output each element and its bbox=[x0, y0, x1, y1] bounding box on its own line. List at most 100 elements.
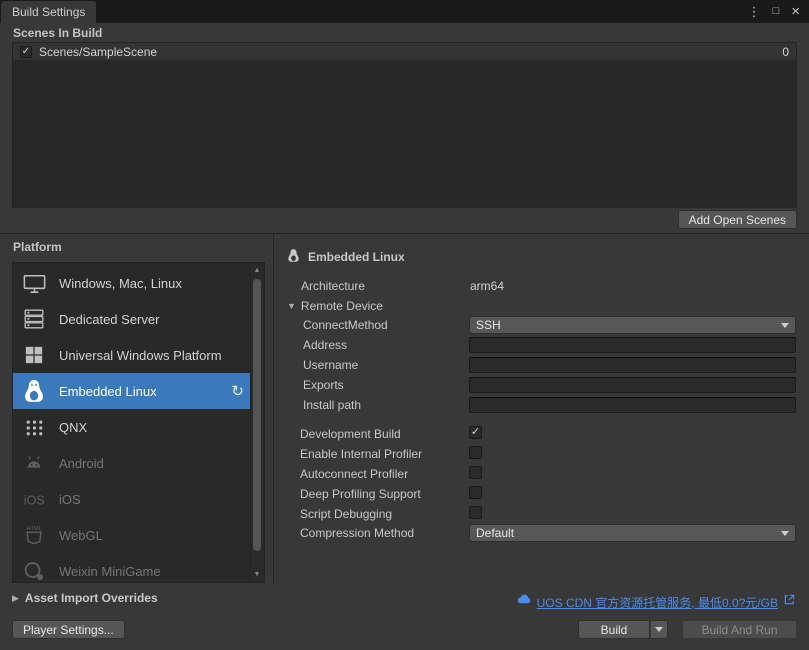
weixin-icon bbox=[19, 556, 49, 586]
compression-method-label: Compression Method bbox=[300, 526, 414, 540]
compression-method-dropdown[interactable]: Default bbox=[469, 524, 796, 542]
window-tab[interactable]: Build Settings bbox=[1, 1, 96, 23]
scenes-list[interactable]: ✓ Scenes/SampleScene 0 bbox=[12, 42, 797, 208]
build-button[interactable]: Build bbox=[578, 620, 650, 639]
platform-item-label: Embedded Linux bbox=[59, 384, 157, 399]
settings-panel-title: Embedded Linux bbox=[286, 248, 405, 266]
architecture-label: Architecture bbox=[301, 279, 365, 293]
exports-label: Exports bbox=[303, 378, 344, 392]
titlebar: Build Settings ⋮ □ × bbox=[0, 0, 809, 23]
platform-item-dedicated-server[interactable]: Dedicated Server bbox=[13, 301, 251, 337]
address-field[interactable] bbox=[469, 337, 796, 353]
platform-item-label: WebGL bbox=[59, 528, 103, 543]
development-build-checkbox[interactable]: ✓ bbox=[469, 426, 482, 439]
platform-item-label: iOS bbox=[59, 492, 81, 507]
chevron-down-icon bbox=[655, 627, 663, 632]
add-open-scenes-button[interactable]: Add Open Scenes bbox=[678, 210, 797, 229]
build-settings-window: Build Settings ⋮ □ × Scenes In Build ✓ S… bbox=[0, 0, 809, 650]
connectmethod-dropdown[interactable]: SSH bbox=[469, 316, 796, 334]
external-link-icon[interactable] bbox=[783, 593, 796, 611]
maximize-icon[interactable]: □ bbox=[773, 6, 780, 17]
platform-item-windows-mac-linux[interactable]: Windows, Mac, Linux bbox=[13, 265, 251, 301]
platform-item-label: Weixin MiniGame bbox=[59, 564, 161, 579]
platform-item-label: Android bbox=[59, 456, 104, 471]
vertical-divider bbox=[273, 234, 274, 584]
address-label: Address bbox=[303, 338, 347, 352]
scrollbar-thumb[interactable] bbox=[253, 279, 261, 551]
server-icon bbox=[19, 304, 49, 334]
build-dropdown-button[interactable] bbox=[650, 620, 668, 639]
scroll-up-icon[interactable]: ▲ bbox=[251, 264, 263, 277]
window-title: Build Settings bbox=[12, 5, 85, 19]
svg-text:HTML: HTML bbox=[27, 526, 42, 532]
uwp-icon bbox=[19, 340, 49, 370]
scenes-in-build-header: Scenes In Build bbox=[13, 26, 102, 40]
settings-title: Embedded Linux bbox=[308, 250, 405, 264]
refresh-badge-icon[interactable]: ↻ bbox=[231, 384, 244, 399]
platform-list: Windows, Mac, Linux Dedicated Server Uni… bbox=[12, 262, 265, 583]
script-debugging-checkbox[interactable]: ✓ bbox=[469, 506, 482, 519]
player-settings-button[interactable]: Player Settings... bbox=[12, 620, 125, 639]
remote-device-foldout[interactable]: ▼ Remote Device bbox=[287, 299, 383, 313]
connectmethod-value: SSH bbox=[476, 318, 501, 332]
platform-item-android[interactable]: Android bbox=[13, 445, 251, 481]
build-and-run-button[interactable]: Build And Run bbox=[682, 620, 797, 639]
android-icon bbox=[19, 448, 49, 478]
enable-internal-profiler-label: Enable Internal Profiler bbox=[300, 447, 422, 461]
foldout-closed-icon: ▶ bbox=[12, 594, 19, 603]
platform-item-ios[interactable]: iOS iOS bbox=[13, 481, 251, 517]
username-field[interactable] bbox=[469, 357, 796, 373]
platform-item-weixin-minigame[interactable]: Weixin MiniGame bbox=[13, 553, 251, 589]
scene-name: Scenes/SampleScene bbox=[39, 45, 775, 59]
platform-item-embedded-linux[interactable]: Embedded Linux ↻ bbox=[13, 373, 251, 409]
uos-cdn-row: UOS CDN 官方资源托管服务, 最低0.0?元/GB bbox=[517, 592, 796, 612]
platform-item-label: Windows, Mac, Linux bbox=[59, 276, 182, 291]
scene-checkbox[interactable]: ✓ bbox=[20, 46, 32, 58]
connectmethod-label: ConnectMethod bbox=[303, 318, 388, 332]
platform-item-universal-windows-platform[interactable]: Universal Windows Platform bbox=[13, 337, 251, 373]
check-icon: ✓ bbox=[471, 427, 480, 438]
chevron-down-icon bbox=[781, 531, 789, 536]
platform-item-label: QNX bbox=[59, 420, 87, 435]
penguin-icon bbox=[286, 248, 301, 266]
username-label: Username bbox=[303, 358, 358, 372]
platform-header: Platform bbox=[13, 240, 62, 254]
deep-profiling-support-label: Deep Profiling Support bbox=[300, 487, 421, 501]
check-icon: ✓ bbox=[22, 47, 30, 57]
platform-item-label: Dedicated Server bbox=[59, 312, 159, 327]
platform-scrollbar[interactable]: ▲ ▼ bbox=[250, 264, 263, 581]
enable-internal-profiler-checkbox[interactable]: ✓ bbox=[469, 446, 482, 459]
platform-item-webgl[interactable]: HTML WebGL bbox=[13, 517, 251, 553]
asset-import-overrides-foldout[interactable]: ▶ Asset Import Overrides bbox=[12, 591, 158, 605]
menu-icon[interactable]: ⋮ bbox=[748, 5, 761, 18]
monitor-icon bbox=[19, 268, 49, 298]
remote-device-label: Remote Device bbox=[301, 299, 383, 313]
uos-cdn-link[interactable]: UOS CDN 官方资源托管服务, 最低0.0?元/GB bbox=[537, 594, 778, 611]
asset-import-overrides-label: Asset Import Overrides bbox=[25, 591, 158, 605]
install-path-label: Install path bbox=[303, 398, 361, 412]
architecture-value[interactable]: arm64 bbox=[470, 279, 504, 293]
window-controls: ⋮ □ × bbox=[748, 0, 800, 23]
ios-icon: iOS bbox=[19, 484, 49, 514]
svg-text:iOS: iOS bbox=[23, 493, 44, 507]
qnx-icon bbox=[19, 412, 49, 442]
autoconnect-profiler-label: Autoconnect Profiler bbox=[300, 467, 408, 481]
penguin-icon bbox=[19, 376, 49, 406]
scroll-down-icon[interactable]: ▼ bbox=[251, 568, 263, 581]
close-icon[interactable]: × bbox=[791, 4, 800, 19]
exports-field[interactable] bbox=[469, 377, 796, 393]
compression-method-value: Default bbox=[476, 526, 514, 540]
scene-index: 0 bbox=[782, 45, 789, 59]
chevron-down-icon bbox=[781, 323, 789, 328]
scene-row[interactable]: ✓ Scenes/SampleScene 0 bbox=[13, 43, 796, 60]
platform-item-qnx[interactable]: QNX bbox=[13, 409, 251, 445]
foldout-open-icon: ▼ bbox=[287, 302, 296, 311]
deep-profiling-support-checkbox[interactable]: ✓ bbox=[469, 486, 482, 499]
horizontal-divider bbox=[0, 233, 809, 234]
platform-item-label: Universal Windows Platform bbox=[59, 348, 222, 363]
webgl-icon: HTML bbox=[19, 520, 49, 550]
development-build-label: Development Build bbox=[300, 427, 401, 441]
autoconnect-profiler-checkbox[interactable]: ✓ bbox=[469, 466, 482, 479]
install-path-field[interactable] bbox=[469, 397, 796, 413]
script-debugging-label: Script Debugging bbox=[300, 507, 392, 521]
